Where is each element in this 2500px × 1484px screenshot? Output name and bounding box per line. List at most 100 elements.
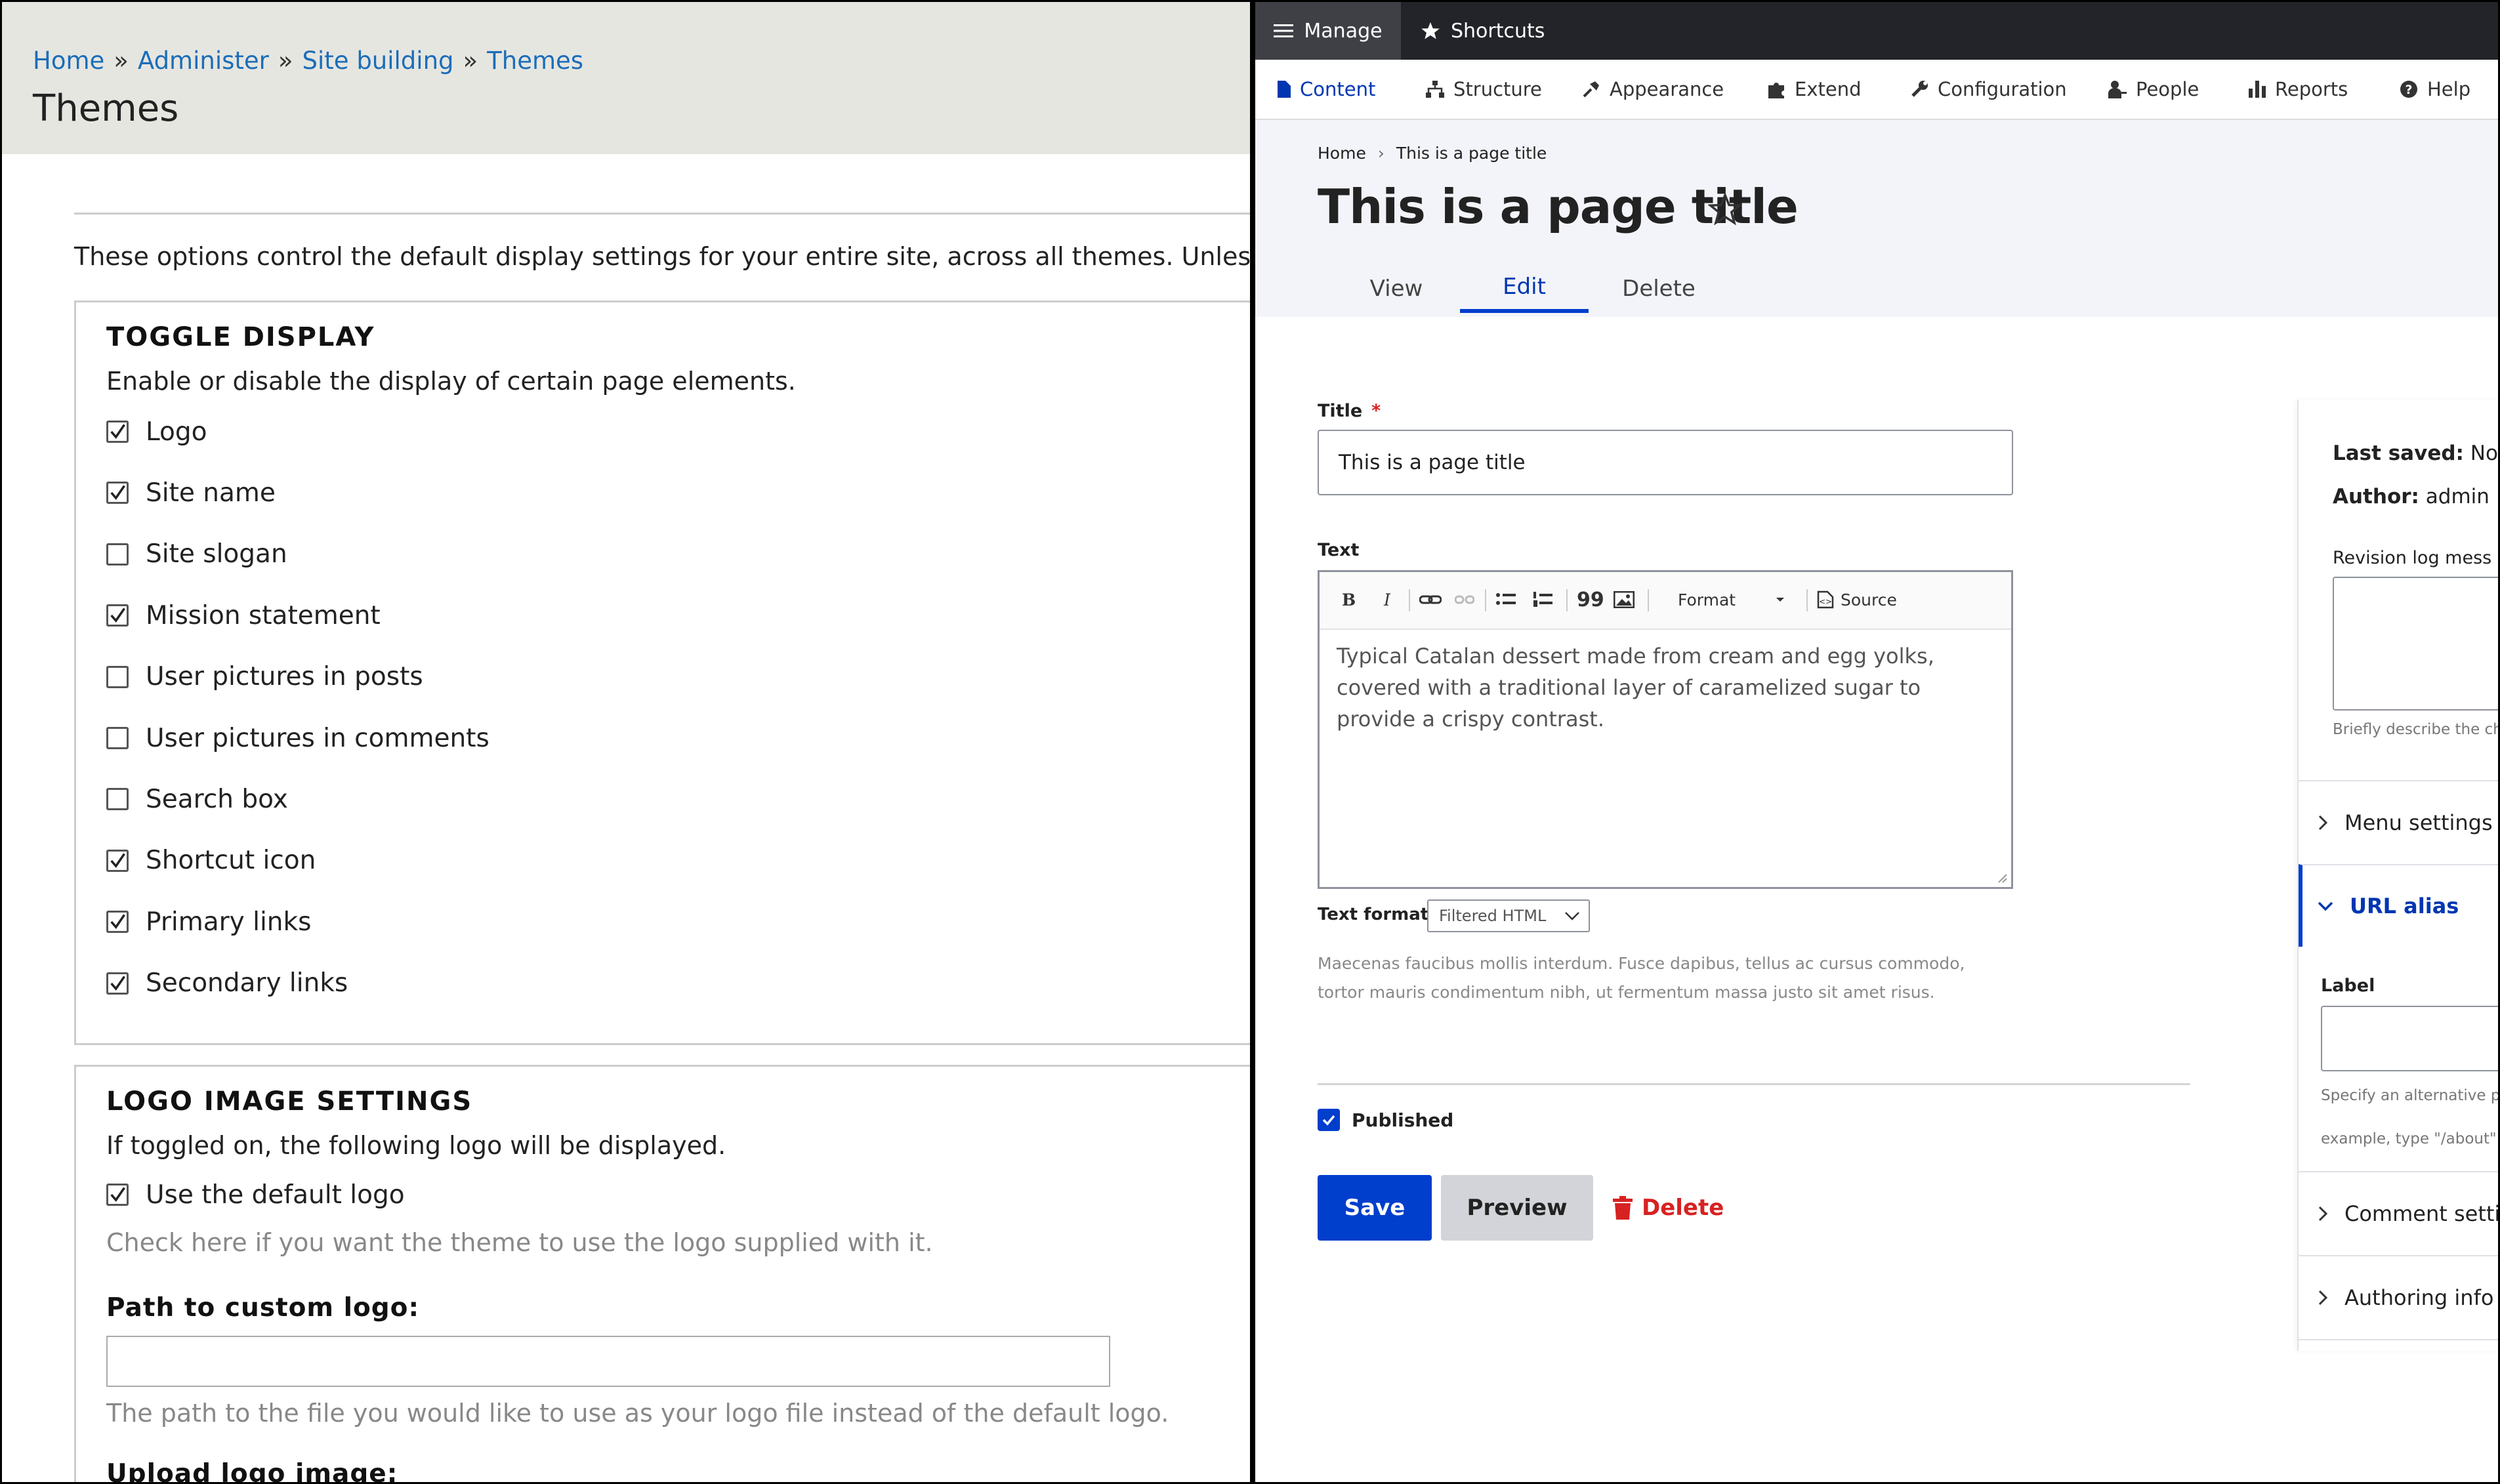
toolbar-separator: [1648, 589, 1649, 611]
source-icon: <>: [1817, 590, 1834, 609]
breadcrumb-administer-link[interactable]: Administer: [138, 47, 269, 75]
toolbar-manage-label: Manage: [1304, 19, 1383, 43]
toggle-option[interactable]: Logo: [106, 415, 207, 448]
toggle-checkbox[interactable]: [106, 482, 129, 505]
tray-item-label: Reports: [2275, 78, 2348, 100]
editor-toolbar: B I 99 Format <> Source: [1320, 572, 2011, 630]
caret-down-icon: [1776, 598, 1785, 602]
path-custom-logo-input[interactable]: [106, 1336, 1110, 1387]
resize-handle-icon[interactable]: [1997, 873, 2007, 883]
trash-icon: [1613, 1196, 1633, 1220]
last-saved-meta: Last saved: Not s: [2333, 442, 2498, 465]
chevron-down-icon: [2318, 901, 2333, 911]
tab-edit[interactable]: Edit: [1460, 264, 1589, 313]
toggle-checkbox[interactable]: [106, 727, 129, 749]
checkmark-icon: [110, 914, 125, 930]
divider: [74, 213, 1250, 215]
tray-item-configuration[interactable]: Configuration: [1910, 60, 2067, 119]
breadcrumb-home-link[interactable]: Home: [33, 47, 104, 75]
delete-button[interactable]: Delete: [1613, 1175, 1724, 1241]
toggle-checkbox[interactable]: [106, 665, 129, 688]
bold-button[interactable]: B: [1342, 587, 1356, 613]
text-field-label: Text: [1318, 540, 1360, 560]
checkbox-label: User pictures in comments: [146, 723, 490, 753]
toolbar-manage-button[interactable]: Manage: [1255, 2, 1401, 60]
breadcrumb-site-building-link[interactable]: Site building: [302, 47, 454, 75]
checkbox-label: Secondary links: [146, 968, 348, 999]
toggle-checkbox[interactable]: [106, 911, 129, 934]
toggle-option[interactable]: Site name: [106, 476, 276, 509]
breadcrumb-home-link[interactable]: Home: [1318, 144, 1366, 163]
toggle-checkbox[interactable]: [106, 421, 129, 443]
checkbox-label: Published: [1352, 1109, 1454, 1131]
title-input[interactable]: This is a page title: [1318, 430, 2013, 495]
toggle-option[interactable]: User pictures in comments: [106, 722, 490, 754]
checkbox-label: Logo: [146, 417, 207, 447]
editor-content[interactable]: Typical Catalan dessert made from cream …: [1337, 640, 1993, 735]
published-option[interactable]: Published: [1318, 1107, 1453, 1133]
tray-item-help[interactable]: ? Help: [2400, 60, 2470, 119]
url-alias-label: Label: [2321, 976, 2375, 996]
chevron-down-icon: [1565, 912, 1579, 920]
toolbar-shortcuts-button[interactable]: Shortcuts: [1421, 2, 1545, 60]
image-button[interactable]: [1614, 587, 1635, 613]
toggle-option[interactable]: Search box: [106, 783, 288, 815]
menu-settings-toggle[interactable]: Menu settings: [2299, 780, 2498, 864]
tray-item-structure[interactable]: Structure: [1426, 60, 1542, 119]
checkmark-icon: [110, 853, 125, 868]
use-default-logo-option[interactable]: Use the default logo: [106, 1178, 405, 1211]
blockquote-button[interactable]: 99: [1577, 587, 1604, 613]
published-checkbox[interactable]: [1318, 1109, 1340, 1131]
use-default-logo-help: Check here if you want the theme to use …: [106, 1228, 933, 1257]
checkbox-label: Site name: [146, 478, 276, 508]
toggle-checkbox[interactable]: [106, 543, 129, 566]
url-alias-toggle[interactable]: URL alias: [2299, 864, 2498, 947]
toggle-option[interactable]: Shortcut icon: [106, 844, 316, 877]
checkmark-icon: [110, 1187, 125, 1203]
tray-item-reports[interactable]: Reports: [2249, 60, 2348, 119]
admin-toolbar: Manage Shortcuts: [1255, 2, 2498, 60]
text-format-select[interactable]: Filtered HTML: [1427, 899, 1590, 932]
breadcrumb-themes-link[interactable]: Themes: [487, 47, 583, 75]
authoring-info-toggle[interactable]: Authoring info: [2299, 1255, 2498, 1340]
toggle-checkbox[interactable]: [106, 604, 129, 627]
italic-button[interactable]: I: [1384, 587, 1390, 613]
toggle-option[interactable]: Mission statement: [106, 599, 381, 632]
bulleted-list-button[interactable]: [1495, 587, 1516, 613]
toggle-option[interactable]: User pictures in posts: [106, 661, 423, 693]
preview-button[interactable]: Preview: [1441, 1175, 1593, 1241]
use-default-logo-checkbox[interactable]: [106, 1184, 129, 1206]
toggle-checkbox[interactable]: [106, 849, 129, 872]
breadcrumb: Home › This is a page title: [1318, 144, 1547, 163]
title-field-label: Title *: [1318, 401, 1381, 421]
tray-item-label: Content: [1300, 78, 1376, 100]
unlink-button[interactable]: [1455, 587, 1474, 613]
link-button[interactable]: [1419, 587, 1442, 613]
revision-log-textarea[interactable]: [2333, 577, 2498, 711]
link-icon: [1419, 595, 1442, 604]
toggle-checkbox[interactable]: [106, 788, 129, 811]
tab-view[interactable]: View: [1347, 264, 1446, 313]
checkmark-icon: [110, 485, 125, 501]
tray-item-label: Configuration: [1938, 78, 2067, 100]
star-icon: [1421, 22, 1440, 39]
tray-item-people[interactable]: People: [2108, 60, 2199, 119]
checkbox-label: Mission statement: [146, 600, 381, 630]
unlink-icon: [1455, 595, 1474, 604]
checkbox-label: Shortcut icon: [146, 846, 316, 876]
toggle-option[interactable]: Site slogan: [106, 538, 287, 571]
tray-item-extend[interactable]: Extend: [1767, 60, 1862, 119]
source-button[interactable]: <> Source: [1817, 587, 1897, 613]
url-alias-input[interactable]: [2321, 1006, 2498, 1071]
toggle-option[interactable]: Primary links: [106, 905, 311, 938]
numbered-list-button[interactable]: [1532, 587, 1553, 613]
tab-delete[interactable]: Delete: [1610, 264, 1708, 313]
star-outline-icon[interactable]: [1708, 192, 1742, 226]
comment-settings-toggle[interactable]: Comment setti: [2299, 1171, 2498, 1255]
tray-item-content[interactable]: Content: [1278, 60, 1375, 119]
format-dropdown[interactable]: Format: [1678, 587, 1785, 613]
toggle-option[interactable]: Secondary links: [106, 967, 348, 1000]
save-button[interactable]: Save: [1318, 1175, 1432, 1241]
toggle-checkbox[interactable]: [106, 972, 129, 995]
tray-item-appearance[interactable]: Appearance: [1582, 60, 1724, 119]
